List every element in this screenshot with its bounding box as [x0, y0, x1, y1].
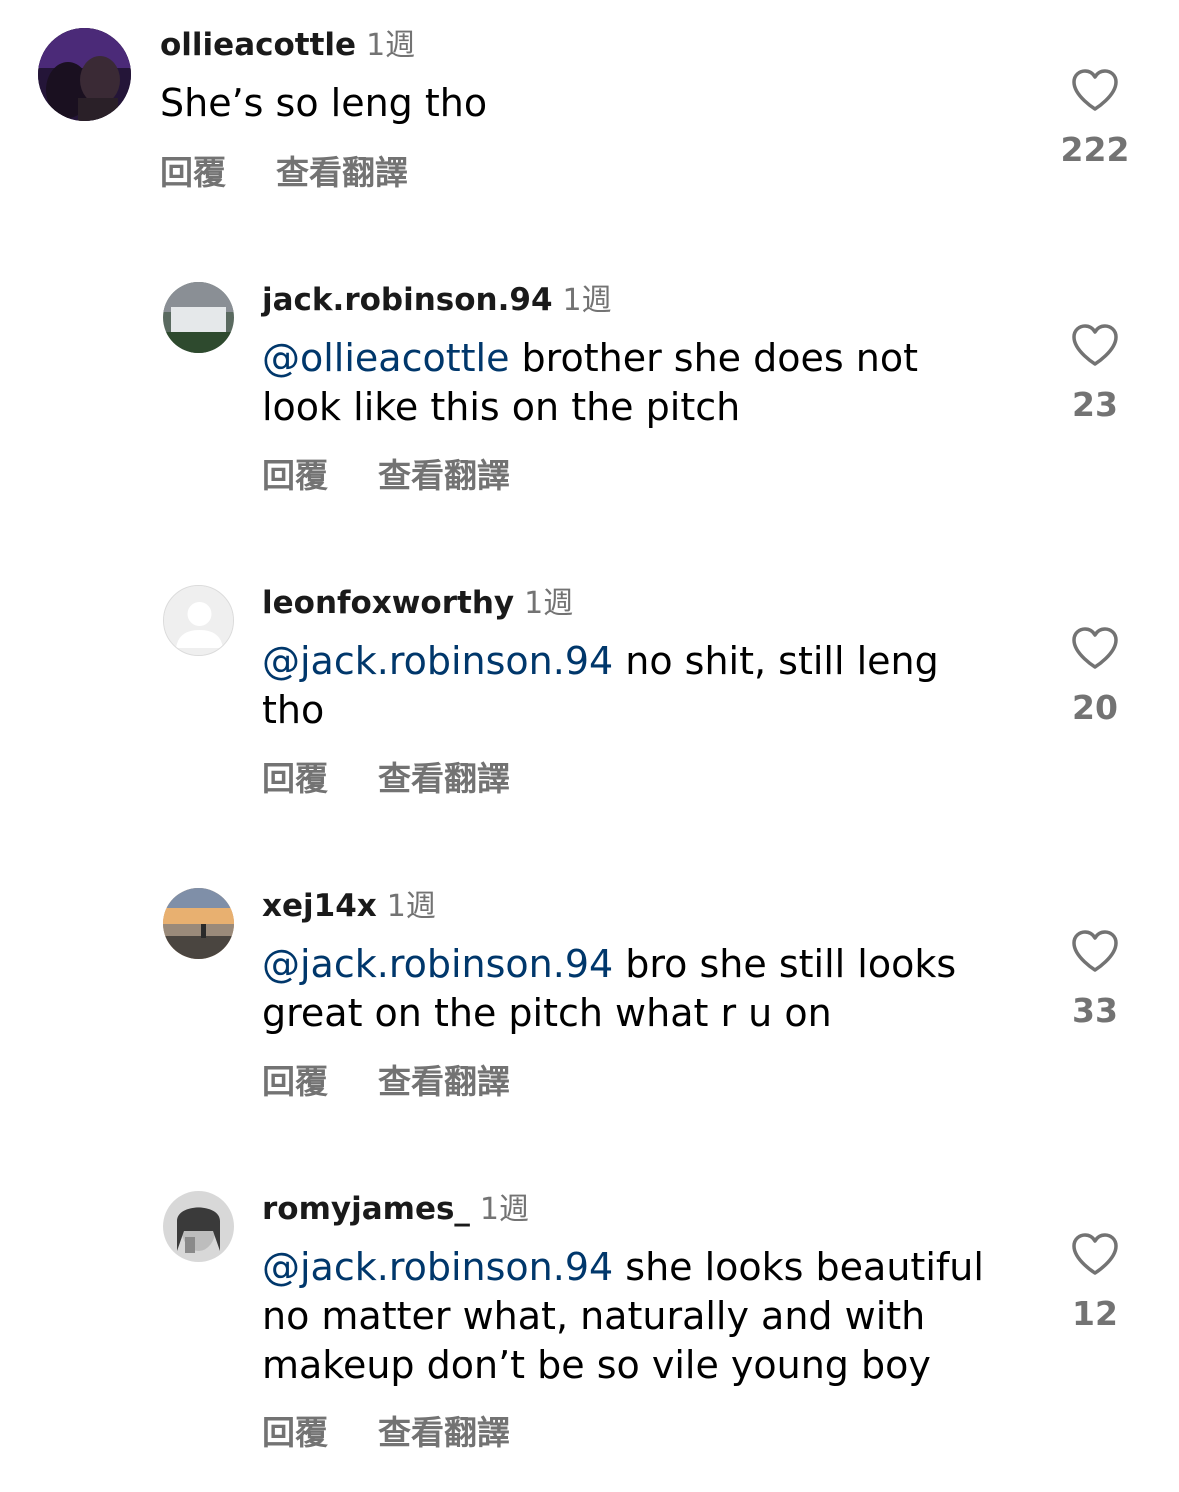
heart-icon[interactable]: [1071, 68, 1119, 112]
username[interactable]: ollieacottle: [160, 27, 356, 63]
heart-icon[interactable]: [1071, 626, 1119, 670]
comment: xej14x 1週 @jack.robinson.94 bro she still…: [0, 866, 1179, 1126]
mention-link[interactable]: @jack.robinson.94: [262, 942, 613, 986]
username[interactable]: jack.robinson.94: [262, 282, 553, 318]
see-translation-button[interactable]: 查看翻譯: [378, 1062, 510, 1102]
see-translation-button[interactable]: 查看翻譯: [378, 456, 510, 496]
comment: jack.robinson.94 1週 @ollieacottle brother…: [0, 260, 1179, 520]
avatar-photo: [163, 282, 234, 353]
timestamp: 1週: [562, 283, 612, 318]
username[interactable]: leonfoxworthy: [262, 585, 514, 621]
mention-link[interactable]: @jack.robinson.94: [262, 639, 613, 683]
comment-actions: 回覆 查看翻譯: [160, 153, 408, 193]
comment-meta: xej14x 1週: [262, 886, 436, 926]
comment-meta: leonfoxworthy 1週: [262, 583, 573, 623]
heart-icon[interactable]: [1071, 929, 1119, 973]
comment-meta: ollieacottle 1週: [160, 25, 415, 65]
like-count: 23: [1072, 385, 1118, 424]
comment-actions: 回覆 查看翻譯: [262, 1413, 510, 1453]
comment-actions: 回覆 查看翻譯: [262, 759, 510, 799]
comment-text: @jack.robinson.94 she looks beautiful no…: [262, 1243, 1032, 1390]
timestamp: 1週: [366, 28, 416, 63]
avatar-photo: [163, 1191, 234, 1262]
like-count: 222: [1060, 130, 1130, 169]
comment-meta: jack.robinson.94 1週: [262, 280, 612, 320]
timestamp: 1週: [524, 586, 574, 621]
comment-text: She’s so leng tho: [160, 79, 1020, 128]
avatar-photo: [38, 28, 131, 121]
username[interactable]: romyjames_: [262, 1191, 470, 1227]
mention-link[interactable]: @jack.robinson.94: [262, 1245, 613, 1289]
like-count: 20: [1072, 688, 1118, 727]
like-container: 20: [1035, 626, 1155, 728]
comment-actions: 回覆 查看翻譯: [262, 456, 510, 496]
heart-icon[interactable]: [1071, 1232, 1119, 1276]
reply-button[interactable]: 回覆: [262, 456, 328, 496]
comment: romyjames_ 1週 @jack.robinson.94 she looks…: [0, 1169, 1179, 1479]
like-container: 222: [1035, 68, 1155, 170]
comment-text: @jack.robinson.94 no shit, still leng th…: [262, 637, 982, 735]
comment-actions: 回覆 查看翻譯: [262, 1062, 510, 1102]
comment: leonfoxworthy 1週 @jack.robinson.94 no shi…: [0, 563, 1179, 823]
avatar[interactable]: [163, 1191, 234, 1262]
reply-button[interactable]: 回覆: [262, 1413, 328, 1453]
timestamp: 1週: [479, 1192, 530, 1227]
avatar-photo: [163, 888, 234, 959]
avatar[interactable]: [163, 585, 234, 656]
mention-link[interactable]: @ollieacottle: [262, 336, 509, 380]
heart-icon[interactable]: [1071, 323, 1119, 367]
reply-button[interactable]: 回覆: [262, 1062, 328, 1102]
avatar[interactable]: [38, 28, 131, 121]
like-count: 33: [1072, 991, 1118, 1030]
comment-text: @jack.robinson.94 bro she still looks gr…: [262, 940, 1002, 1038]
comment: ollieacottle 1週 She’s so leng tho 回覆 查看翻譯 …: [0, 0, 1179, 230]
avatar[interactable]: [163, 282, 234, 353]
comment-text: @ollieacottle brother she does not look …: [262, 334, 982, 432]
like-container: 12: [1035, 1232, 1155, 1334]
reply-button[interactable]: 回覆: [160, 153, 226, 193]
comment-body: She’s so leng tho: [160, 81, 488, 125]
default-avatar-icon: [164, 586, 233, 655]
username[interactable]: xej14x: [262, 888, 377, 924]
like-container: 33: [1035, 929, 1155, 1031]
timestamp: 1週: [386, 889, 436, 924]
see-translation-button[interactable]: 查看翻譯: [378, 1413, 510, 1453]
see-translation-button[interactable]: 查看翻譯: [378, 759, 510, 799]
avatar[interactable]: [163, 888, 234, 959]
like-count: 12: [1072, 1294, 1118, 1333]
see-translation-button[interactable]: 查看翻譯: [276, 153, 408, 193]
comment-meta: romyjames_ 1週: [262, 1189, 529, 1229]
like-container: 23: [1035, 323, 1155, 425]
reply-button[interactable]: 回覆: [262, 759, 328, 799]
